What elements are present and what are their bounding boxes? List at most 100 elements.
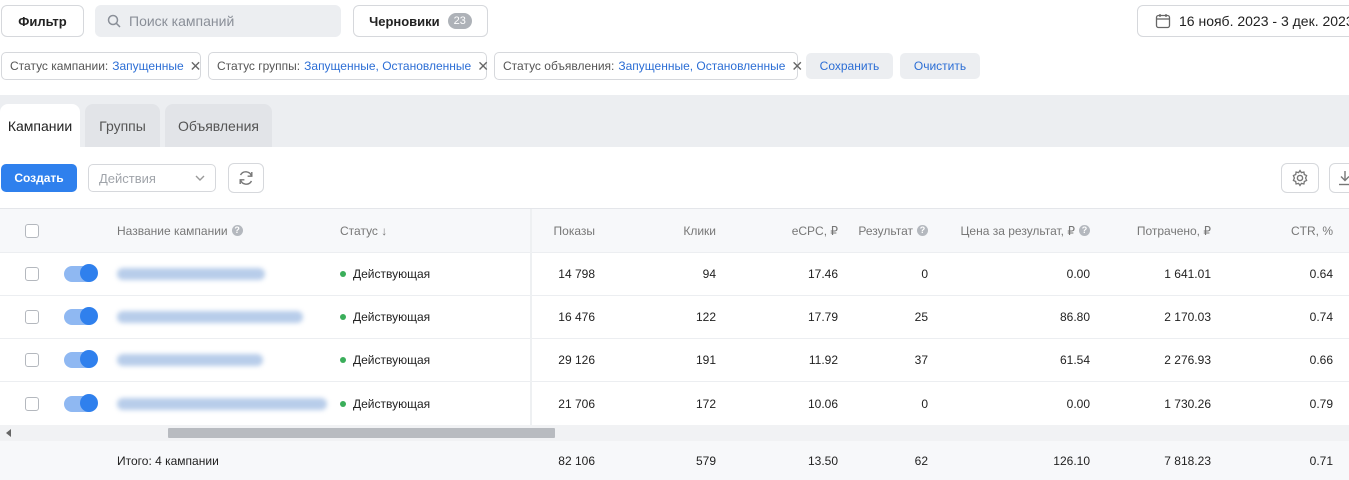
help-icon[interactable]: ? (231, 225, 243, 236)
filter-button[interactable]: Фильтр (1, 5, 84, 37)
actions-select[interactable]: Действия (88, 164, 216, 192)
campaign-toggle[interactable] (64, 264, 98, 282)
status-text: Действующая (353, 353, 431, 367)
status-text: Действующая (353, 267, 431, 281)
toggle-cell (64, 339, 98, 381)
header-name-label: Название кампании (117, 223, 228, 238)
header-ecpc[interactable]: eCPC, ₽ (760, 209, 838, 252)
header-name[interactable]: Название кампании? (117, 209, 243, 252)
cell-result: 25 (914, 310, 928, 324)
select-all-cell (25, 209, 39, 252)
total-result: 62 (914, 453, 928, 468)
header-ctr[interactable]: CTR, % (1250, 209, 1333, 252)
close-icon[interactable]: ✕ (791, 58, 803, 75)
chip-value: Запущенные (112, 59, 184, 73)
table-row[interactable]: Действующая 21 706 172 10.06 0 0.00 1 73… (0, 382, 1349, 426)
tab-groups[interactable]: Группы (85, 104, 160, 147)
refresh-button[interactable] (228, 163, 264, 193)
row-checkbox-cell (25, 382, 39, 425)
filter-chip-group-status[interactable]: Статус группы: Запущенные, Остановленные… (208, 52, 489, 80)
campaign-toggle[interactable] (64, 350, 98, 368)
cell-spent: 1 730.26 (1164, 396, 1211, 411)
cell-ecpc: 17.46 (807, 267, 838, 281)
total-ctr: 0.71 (1309, 453, 1333, 468)
filter-chip-ad-status[interactable]: Статус объявления: Запущенные, Остановле… (494, 52, 803, 80)
campaign-name-blurred[interactable] (117, 397, 327, 410)
status-dot (340, 314, 346, 320)
status-dot (340, 271, 346, 277)
header-result[interactable]: Результат? (850, 209, 928, 252)
drafts-label: Черновики (369, 13, 440, 29)
cell-spent: 2 170.03 (1164, 310, 1211, 324)
table-row[interactable]: Действующая 29 126 191 11.92 37 61.54 2 … (0, 339, 1349, 382)
campaign-name-blurred[interactable] (117, 311, 303, 323)
help-icon[interactable]: ? (1079, 225, 1090, 236)
cell-result: 0 (921, 267, 928, 281)
filter-chip-campaign-status[interactable]: Статус кампании: Запущенные ✕ (1, 52, 201, 80)
campaign-name-blurred[interactable] (117, 268, 265, 280)
top-bar: Фильтр Черновики 23 16 нояб. 2023 - 3 де… (0, 0, 1349, 95)
status-dot (340, 357, 346, 363)
filter-button-label: Фильтр (18, 13, 67, 29)
cell-spent: 2 276.93 (1164, 353, 1211, 367)
settings-button[interactable] (1281, 163, 1319, 193)
horizontal-scrollbar[interactable] (0, 425, 1349, 441)
chip-label: Статус кампании: (10, 59, 109, 73)
row-checkbox[interactable] (25, 267, 39, 281)
cell-spent: 1 641.01 (1164, 267, 1211, 281)
cell-clicks: 94 (702, 267, 716, 281)
close-icon[interactable]: ✕ (190, 58, 202, 75)
status-text: Действующая (353, 310, 431, 324)
status-cell: Действующая (340, 382, 430, 425)
toggle-cell (64, 382, 98, 425)
close-icon[interactable]: ✕ (477, 58, 489, 75)
cell-ecpc: 11.92 (808, 353, 838, 367)
cell-price-result: 86.80 (1059, 310, 1090, 324)
header-result-label: Результат (858, 223, 913, 238)
status-cell: Действующая (340, 339, 430, 381)
scrollbar-thumb[interactable] (168, 428, 555, 438)
cell-ctr: 0.74 (1309, 310, 1333, 324)
toggle-cell (64, 296, 98, 338)
cell-ecpc: 10.06 (807, 396, 838, 411)
campaign-name-blurred[interactable] (117, 354, 263, 366)
header-price-result-label: Цена за результат, ₽ (960, 223, 1075, 238)
drafts-count-badge: 23 (447, 13, 472, 29)
save-filter-button[interactable]: Сохранить (806, 53, 893, 79)
scroll-left-icon[interactable] (6, 429, 12, 437)
header-clicks[interactable]: Клики (640, 209, 716, 252)
total-shows: 82 106 (558, 453, 595, 468)
header-price-result[interactable]: Цена за результат, ₽? (940, 209, 1090, 252)
header-status[interactable]: Статус ↓ (340, 209, 387, 252)
total-ecpc: 13.50 (807, 453, 838, 468)
cell-ctr: 0.79 (1309, 396, 1333, 411)
status-text: Действующая (353, 396, 431, 411)
campaign-toggle[interactable] (64, 393, 98, 412)
create-button[interactable]: Создать (1, 164, 77, 192)
help-icon[interactable]: ? (917, 225, 928, 236)
table-row[interactable]: Действующая 14 798 94 17.46 0 0.00 1 641… (0, 253, 1349, 296)
row-checkbox[interactable] (25, 353, 39, 367)
row-checkbox[interactable] (25, 396, 39, 411)
actions-select-value: Действия (99, 170, 156, 186)
chip-value: Запущенные, Остановленные (618, 59, 786, 73)
drafts-button[interactable]: Черновики 23 (353, 5, 488, 37)
select-all-checkbox[interactable] (25, 223, 39, 238)
cell-clicks: 191 (695, 353, 716, 367)
campaign-toggle[interactable] (64, 307, 98, 325)
clear-filter-button[interactable]: Очистить (900, 53, 980, 79)
calendar-icon (1155, 14, 1171, 29)
date-range-picker[interactable]: 16 нояб. 2023 - 3 дек. 2023 (1137, 5, 1349, 37)
toggle-cell (64, 253, 98, 295)
tab-campaigns[interactable]: Кампании (0, 104, 80, 147)
table-row[interactable]: Действующая 16 476 122 17.79 25 86.80 2 … (0, 296, 1349, 339)
download-icon (1339, 171, 1349, 186)
tab-ads[interactable]: Объявления (165, 104, 272, 147)
header-spent[interactable]: Потрачено, ₽ (1110, 209, 1211, 252)
search-input[interactable] (129, 13, 329, 29)
download-button[interactable] (1329, 163, 1349, 193)
search-field[interactable] (95, 5, 341, 37)
campaign-name-cell (117, 253, 265, 295)
total-price-result: 126.10 (1053, 453, 1090, 468)
row-checkbox[interactable] (25, 310, 39, 324)
